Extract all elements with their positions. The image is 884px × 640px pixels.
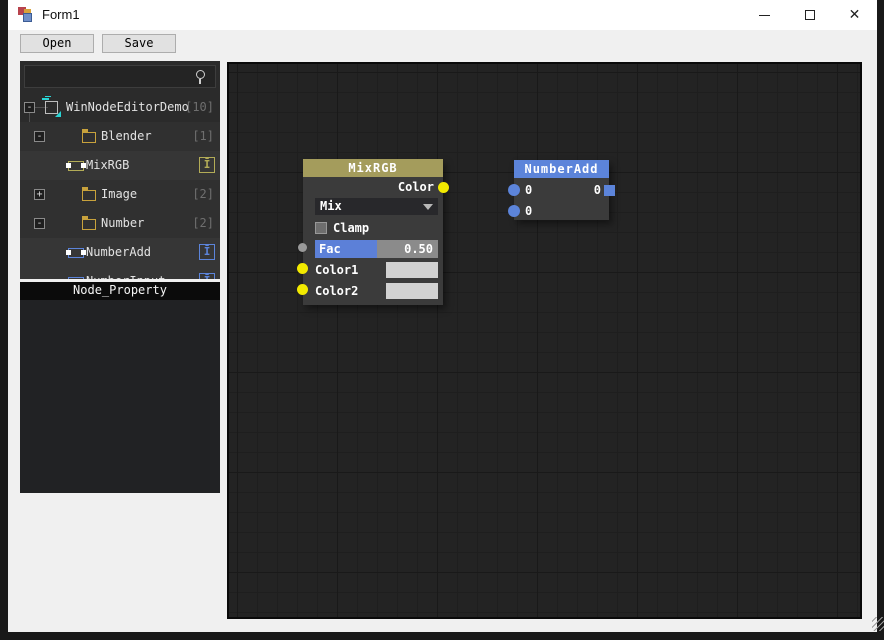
color2-row: Color2 — [303, 282, 443, 300]
tree-item-label: Blender — [101, 129, 152, 143]
color2-swatch[interactable] — [386, 283, 438, 299]
fac-label: Fac — [319, 242, 341, 256]
folder-icon — [81, 216, 96, 230]
collapse-icon[interactable]: - — [24, 102, 35, 113]
minimize-icon — [759, 14, 770, 16]
tree-item-image[interactable]: + Image [2] — [20, 180, 220, 209]
color-output-socket[interactable] — [438, 182, 449, 193]
folder-icon — [81, 129, 96, 143]
clamp-label: Clamp — [333, 221, 370, 235]
maximize-button[interactable] — [787, 0, 832, 30]
blend-mode-value: Mix — [320, 199, 342, 213]
tree-search-box[interactable] — [24, 65, 216, 88]
node-type-badge-icon[interactable]: Ī — [199, 273, 215, 279]
save-button[interactable]: Save — [102, 34, 176, 53]
tree-item-count: [2] — [192, 216, 214, 230]
chevron-down-icon — [423, 204, 433, 210]
tree-item-count: [1] — [192, 129, 214, 143]
fac-slider[interactable]: Fac 0.50 — [315, 240, 438, 258]
color-output-label: Color — [397, 180, 434, 194]
color1-swatch[interactable] — [386, 262, 438, 278]
mixrgb-output-row: Color — [303, 177, 443, 197]
node-icon — [66, 161, 86, 171]
numberadd-input2-label: 0 — [525, 204, 533, 218]
tree-item-number[interactable]: - Number [2] — [20, 209, 220, 238]
fac-input-socket[interactable] — [298, 243, 307, 252]
collapse-icon[interactable]: - — [34, 131, 45, 142]
numberadd-input1-label: 0 — [525, 183, 533, 197]
titlebar: Form1 ✕ — [8, 0, 877, 30]
clamp-row: Clamp — [315, 221, 443, 235]
folder-icon — [81, 187, 96, 201]
node-type-badge-icon[interactable]: Ī — [199, 157, 215, 173]
form-window: Form1 ✕ Open Save - WinNodeEditorDemo [1… — [8, 0, 884, 632]
node-type-badge-icon[interactable]: Ī — [199, 244, 215, 260]
tree-item-count: [10] — [185, 100, 214, 114]
numberadd-node[interactable]: NumberAdd 0 0 0 — [508, 160, 615, 220]
numberadd-input2-socket[interactable] — [508, 205, 520, 217]
tree-item-blender[interactable]: - Blender [1] — [20, 122, 220, 151]
tree-item-label: MixRGB — [86, 158, 130, 172]
tree-item-count: [2] — [192, 187, 214, 201]
fac-value: 0.50 — [404, 242, 433, 256]
numberadd-output-label: 0 — [593, 183, 601, 197]
window-title: Form1 — [42, 7, 80, 22]
close-button[interactable]: ✕ — [832, 0, 877, 30]
tree-item-label: Image — [101, 187, 138, 201]
color2-label: Color2 — [315, 284, 359, 298]
numberadd-row2: 0 — [514, 201, 609, 220]
tree-item-numberadd[interactable]: NumberAdd Ī — [20, 238, 220, 267]
numberadd-output-socket[interactable] — [604, 185, 615, 196]
blend-mode-dropdown[interactable]: Mix — [315, 198, 438, 215]
open-button[interactable]: Open — [20, 34, 94, 53]
app-icon — [18, 7, 34, 23]
color1-input-socket[interactable] — [297, 263, 308, 274]
node-editor-canvas[interactable]: MixRGB Color Mix Clamp Fac 0.50 Color1 C… — [227, 62, 862, 619]
collapse-icon[interactable]: - — [34, 218, 45, 229]
minimize-button[interactable] — [742, 0, 787, 30]
color1-row: Color1 — [303, 261, 443, 279]
numberadd-input1-socket[interactable] — [508, 184, 520, 196]
tree-item-mixrgb[interactable]: MixRGB Ī — [20, 151, 220, 180]
color2-input-socket[interactable] — [297, 284, 308, 295]
node-icon — [66, 248, 86, 258]
property-panel-title: Node_Property — [20, 282, 220, 300]
tree-item-label: WinNodeEditorDemo — [66, 100, 189, 114]
node-property-panel: Node_Property — [20, 282, 220, 493]
search-icon — [194, 70, 207, 85]
expand-icon[interactable]: + — [34, 189, 45, 200]
tree-item-winnodeeditordemo[interactable]: - WinNodeEditorDemo [10] — [20, 93, 220, 122]
maximize-icon — [804, 10, 815, 20]
mixrgb-node[interactable]: MixRGB Color Mix Clamp Fac 0.50 Color1 C… — [297, 159, 449, 305]
tree-item-numberinput[interactable]: NumberInput Ī — [20, 267, 220, 279]
close-icon: ✕ — [848, 7, 861, 23]
tree-item-label: NumberInput — [86, 274, 165, 279]
tree-item-label: Number — [101, 216, 145, 230]
numberadd-node-header[interactable]: NumberAdd — [514, 160, 609, 178]
node-tree-panel: - WinNodeEditorDemo [10] - Blender [1] M… — [20, 61, 220, 279]
tree-item-label: NumberAdd — [86, 245, 152, 259]
editor-icon — [42, 98, 58, 114]
node-icon — [68, 277, 84, 279]
clamp-checkbox[interactable] — [315, 222, 327, 234]
mixrgb-node-header[interactable]: MixRGB — [303, 159, 443, 177]
resize-grip[interactable] — [872, 617, 884, 631]
search-input[interactable] — [29, 68, 189, 85]
color1-label: Color1 — [315, 263, 359, 277]
numberadd-row1: 0 0 — [514, 180, 609, 199]
